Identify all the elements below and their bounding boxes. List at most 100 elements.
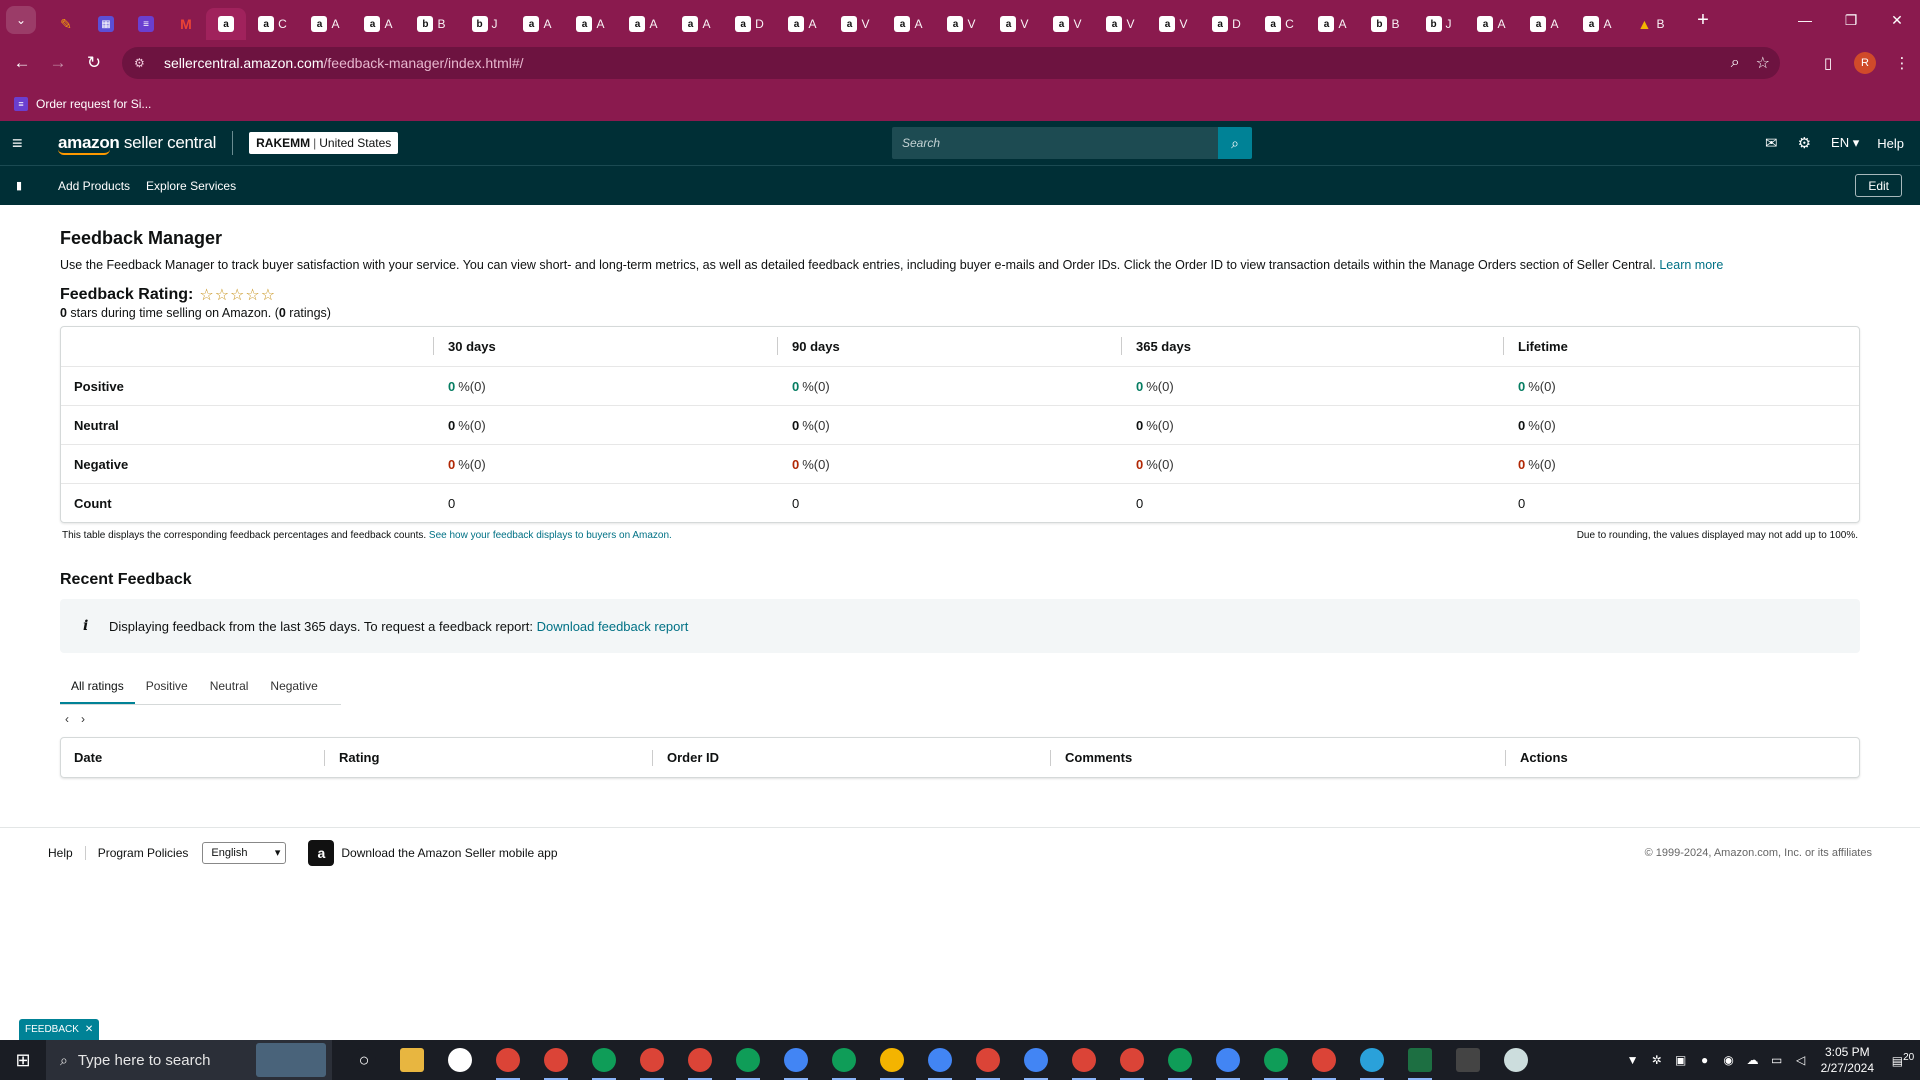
browser-tab[interactable]: aC xyxy=(246,8,299,40)
network-icon[interactable]: ▭ xyxy=(1765,1053,1789,1067)
browser-tab[interactable]: aA xyxy=(1465,8,1518,40)
browser-tab[interactable]: aA xyxy=(352,8,405,40)
browser-tab[interactable]: ▦ xyxy=(86,8,126,40)
antivirus-icon[interactable]: ▼ xyxy=(1621,1053,1645,1067)
file-explorer-icon[interactable] xyxy=(388,1040,436,1080)
browser-tab[interactable]: aC xyxy=(1253,8,1306,40)
feedback-button[interactable]: FEEDBACK ✕ xyxy=(19,1019,100,1040)
tab-search-button[interactable]: ⌄ xyxy=(6,6,36,34)
browser-tab[interactable]: aA xyxy=(617,8,670,40)
cloud-icon[interactable]: ☁ xyxy=(1741,1053,1765,1067)
feedback-display-link[interactable]: See how your feedback displays to buyers… xyxy=(429,530,672,541)
footer-help-link[interactable]: Help xyxy=(48,846,73,860)
chrome-icon[interactable] xyxy=(532,1040,580,1080)
chrome-icon[interactable] xyxy=(964,1040,1012,1080)
browser-tab[interactable]: aV xyxy=(1147,8,1200,40)
bookmark-star-icon[interactable]: ☆ xyxy=(1756,53,1770,73)
slack-icon[interactable]: ✲ xyxy=(1645,1053,1669,1067)
forward-icon[interactable]: → xyxy=(40,53,76,73)
restore-icon[interactable]: ❐ xyxy=(1828,12,1874,29)
tab-negative[interactable]: Negative xyxy=(259,679,328,704)
chevron-left-icon[interactable]: ‹ xyxy=(65,712,69,726)
browser-tab[interactable]: aD xyxy=(723,8,776,40)
profile-avatar[interactable]: R xyxy=(1854,52,1876,74)
site-info-icon[interactable]: ⚙ xyxy=(134,56,154,70)
add-products-link[interactable]: Add Products xyxy=(58,179,130,193)
speaker-icon[interactable]: ◁ xyxy=(1789,1053,1813,1067)
tab-all-ratings[interactable]: All ratings xyxy=(60,679,135,704)
mail-icon[interactable]: ✉ xyxy=(1765,134,1778,152)
chrome-icon[interactable] xyxy=(820,1040,868,1080)
url-text[interactable]: sellercentral.amazon.com/feedback-manage… xyxy=(164,55,524,71)
bookmark-item[interactable]: ≡ Order request for Si... xyxy=(14,96,151,111)
browser-tab[interactable]: aA xyxy=(882,8,935,40)
browser-tab[interactable]: aA xyxy=(564,8,617,40)
browser-tab[interactable]: ≡ xyxy=(126,8,166,40)
notification-icon[interactable]: ▤20 xyxy=(1886,1052,1920,1068)
omnibox[interactable]: ⚙ sellercentral.amazon.com/feedback-mana… xyxy=(122,47,1780,79)
chrome-icon[interactable] xyxy=(772,1040,820,1080)
chrome-icon[interactable] xyxy=(916,1040,964,1080)
close-icon[interactable]: ✕ xyxy=(1874,12,1920,29)
chrome-icon[interactable] xyxy=(1156,1040,1204,1080)
browser-tab[interactable]: aA xyxy=(511,8,564,40)
chrome-icon[interactable] xyxy=(868,1040,916,1080)
chevron-right-icon[interactable]: › xyxy=(81,712,85,726)
clock[interactable]: 3:05 PM 2/27/2024 xyxy=(1821,1044,1874,1076)
seller-central-logo[interactable]: amazon seller central xyxy=(58,133,216,155)
telegram-icon[interactable] xyxy=(1348,1040,1396,1080)
search-button[interactable]: ⌕ xyxy=(1218,127,1252,159)
reload-icon[interactable]: ↻ xyxy=(76,53,112,73)
browser-tab[interactable]: aA xyxy=(1306,8,1359,40)
browser-tab[interactable]: bB xyxy=(405,8,458,40)
paint-icon[interactable] xyxy=(1492,1040,1540,1080)
browser-tab[interactable]: a xyxy=(206,8,246,40)
chrome-icon[interactable] xyxy=(628,1040,676,1080)
chrome-icon[interactable] xyxy=(580,1040,628,1080)
mobile-app-link[interactable]: a Download the Amazon Seller mobile app xyxy=(308,839,558,866)
browser-tab[interactable]: aV xyxy=(1094,8,1147,40)
excel-icon[interactable] xyxy=(1396,1040,1444,1080)
zoom-app-icon[interactable]: ● xyxy=(1693,1053,1717,1067)
browser-tab[interactable]: aA xyxy=(670,8,723,40)
explore-services-link[interactable]: Explore Services xyxy=(146,179,236,193)
browser-tab[interactable]: aD xyxy=(1200,8,1253,40)
account-switcher[interactable]: RAKEMM | United States xyxy=(249,132,399,154)
close-icon[interactable]: ✕ xyxy=(85,1024,93,1035)
taskbar-search[interactable]: ⌕ Type here to search xyxy=(46,1040,332,1080)
side-panel-icon[interactable]: ▯ xyxy=(1810,54,1846,72)
browser-tab[interactable]: aV xyxy=(935,8,988,40)
back-icon[interactable]: ← xyxy=(4,53,40,73)
minimize-icon[interactable]: — xyxy=(1782,12,1828,28)
calculator-icon[interactable] xyxy=(1444,1040,1492,1080)
chrome-icon[interactable] xyxy=(1012,1040,1060,1080)
learn-more-link[interactable]: Learn more xyxy=(1659,258,1723,272)
zoom-icon[interactable]: ⌕ xyxy=(1731,54,1740,72)
tab-positive[interactable]: Positive xyxy=(135,679,199,704)
chrome-icon[interactable] xyxy=(1252,1040,1300,1080)
new-tab-button[interactable]: + xyxy=(1689,9,1717,32)
browser-tab[interactable]: aA xyxy=(1571,8,1624,40)
cortana-icon[interactable]: ○ xyxy=(340,1040,388,1080)
browser-tab[interactable]: aV xyxy=(988,8,1041,40)
browser-tab[interactable]: aV xyxy=(829,8,882,40)
search-input[interactable]: Search xyxy=(892,127,1218,159)
browser-tab[interactable]: aA xyxy=(776,8,829,40)
hamburger-menu-icon[interactable]: ≡ xyxy=(12,133,32,154)
chrome-icon[interactable] xyxy=(1060,1040,1108,1080)
browser-tab[interactable]: M xyxy=(166,8,206,40)
bookmark-icon[interactable]: ▮ xyxy=(16,179,28,192)
chrome-icon[interactable] xyxy=(1204,1040,1252,1080)
browser-tab[interactable]: aV xyxy=(1041,8,1094,40)
browser-tab[interactable]: bB xyxy=(1359,8,1412,40)
chrome-icon[interactable] xyxy=(724,1040,772,1080)
browser-tab[interactable]: aA xyxy=(1518,8,1571,40)
download-report-link[interactable]: Download feedback report xyxy=(537,619,689,634)
browser-tab[interactable]: ▲ B xyxy=(1624,8,1677,40)
slack-icon[interactable] xyxy=(436,1040,484,1080)
language-selector[interactable]: EN ▾ xyxy=(1831,135,1859,151)
settings-gear-icon[interactable]: ⚙ xyxy=(1798,134,1811,152)
browser-tab[interactable]: ✎ xyxy=(46,8,86,40)
chrome-tray-icon[interactable]: ◉ xyxy=(1717,1053,1741,1067)
browser-tab[interactable]: bJ xyxy=(1412,8,1465,40)
